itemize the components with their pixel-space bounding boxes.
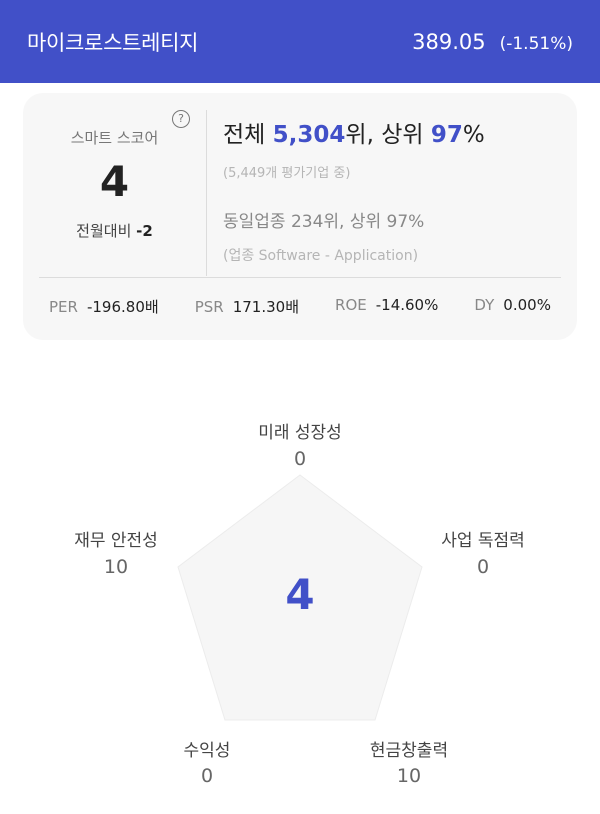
- axis-value-cashflow: 10: [396, 765, 422, 787]
- axis-label-profitability: 수익성: [183, 741, 231, 761]
- axis-value-stability: 10: [103, 556, 129, 578]
- axis-value-growth: 0: [293, 448, 307, 470]
- axis-label-stability: 재무 안전성: [74, 531, 158, 551]
- radar-chart: [177, 474, 423, 721]
- axis-value-moat: 0: [476, 556, 490, 578]
- axis-value-profitability: 0: [200, 765, 214, 787]
- axis-label-cashflow: 현금창출력: [369, 741, 449, 761]
- axis-label-growth: 미래 성장성: [258, 423, 342, 443]
- radar-center-score: 4: [285, 570, 315, 619]
- axis-label-moat: 사업 독점력: [441, 531, 525, 551]
